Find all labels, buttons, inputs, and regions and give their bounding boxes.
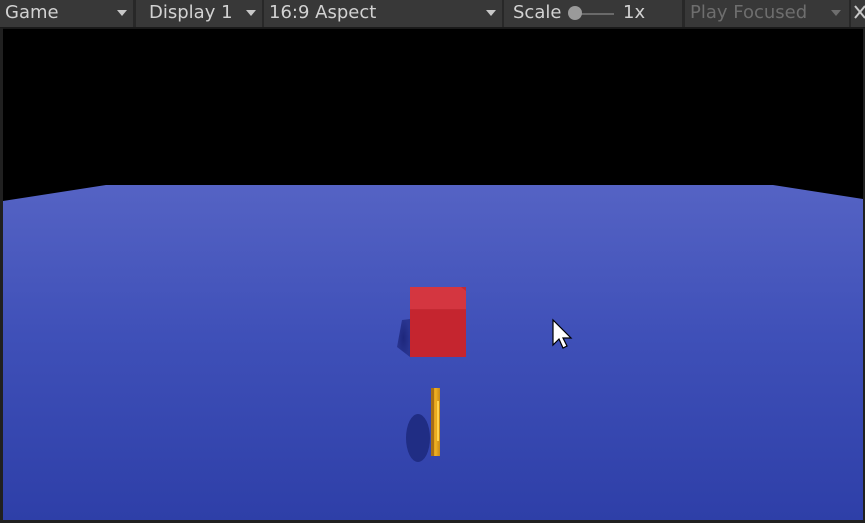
- scale-slider-thumb[interactable]: [568, 6, 582, 20]
- gold-coin: [431, 388, 440, 456]
- chevron-down-icon: [246, 10, 256, 16]
- close-icon: [854, 5, 865, 19]
- chevron-down-icon: [486, 10, 496, 16]
- view-selector-label: Game: [5, 2, 59, 23]
- red-cube: [410, 287, 466, 357]
- scale-value: 1x: [623, 2, 646, 23]
- coin-shadow: [406, 414, 430, 462]
- scale-label: Scale: [513, 2, 562, 23]
- aspect-selector-dropdown[interactable]: 16:9 Aspect: [264, 0, 502, 27]
- aspect-selector-label: 16:9 Aspect: [269, 2, 377, 23]
- game-viewport[interactable]: [3, 29, 863, 520]
- game-view-toolbar: Game Display 1 16:9 Aspect Scale 1x Play…: [0, 0, 865, 28]
- view-selector-dropdown[interactable]: Game: [0, 0, 133, 27]
- chevron-down-icon: [117, 10, 127, 16]
- play-mode-label: Play Focused: [690, 2, 808, 23]
- game-scene: [3, 185, 863, 520]
- chevron-down-icon: [831, 10, 841, 16]
- play-mode-dropdown[interactable]: Play Focused: [685, 0, 849, 27]
- display-selector-label: Display 1: [149, 2, 233, 23]
- overflow-menu-button[interactable]: [851, 0, 865, 27]
- scale-control: Scale 1x: [504, 0, 682, 27]
- display-selector-dropdown[interactable]: Display 1: [136, 0, 262, 27]
